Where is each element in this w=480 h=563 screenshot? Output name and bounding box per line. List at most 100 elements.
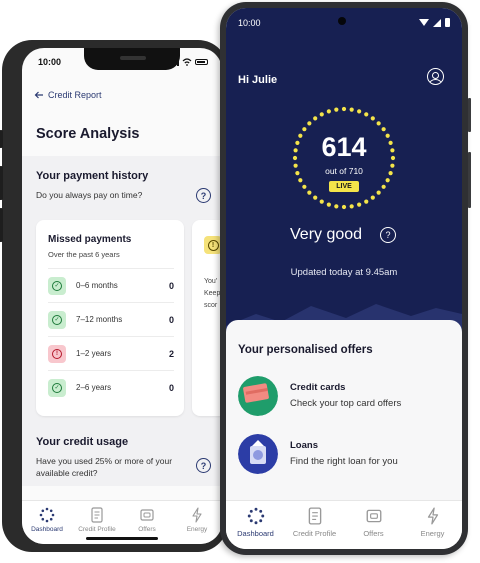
back-to-credit-report[interactable]: Credit Report — [34, 90, 102, 100]
phone-left: 10:00 Credit Report Score Analysis Your … — [0, 40, 228, 552]
missed-count: 0 — [168, 314, 174, 325]
gauge-dot — [326, 109, 331, 114]
missed-payment-row: ! 1–2 years 2 — [48, 336, 174, 370]
gauge-dot — [326, 202, 331, 207]
back-label: Credit Report — [48, 90, 102, 100]
updated-timestamp: Updated today at 9.45am — [290, 267, 398, 278]
tip-text: You' Keep scor — [204, 278, 221, 309]
period-label: 1–2 years — [76, 349, 112, 358]
tab-dashboard[interactable]: Dashboard — [226, 501, 285, 549]
gauge-dot — [334, 204, 339, 209]
gauge-dot — [307, 190, 312, 195]
gauge-dot — [376, 121, 381, 126]
period-label: 7–12 months — [76, 315, 123, 324]
gauge-dot — [341, 204, 347, 210]
missed-payments-title: Missed payments — [48, 234, 132, 245]
gauge-dot — [313, 195, 318, 200]
credit-profile-icon — [91, 507, 103, 523]
battery-icon — [195, 59, 208, 65]
energy-bolt-icon — [192, 507, 202, 523]
gauge-dot — [364, 199, 369, 204]
account-icon[interactable] — [427, 68, 444, 85]
rating-help-icon[interactable]: ? — [380, 227, 396, 243]
battery-icon — [445, 18, 450, 27]
offers-wallet-icon — [140, 509, 154, 521]
phone-right: 10:00 Hi Julie 614 out of 710 LIVE Very … — [220, 2, 471, 555]
gauge-dot — [370, 116, 375, 121]
page-title: Score Analysis — [36, 126, 140, 142]
tab-offers[interactable]: Offers — [344, 501, 403, 549]
missed-payment-row: ✓ 7–12 months 0 — [48, 302, 174, 336]
credit-profile-icon — [308, 507, 321, 525]
gauge-dot — [349, 107, 354, 112]
gauge-dot — [357, 109, 362, 114]
gauge-dot — [349, 204, 354, 209]
bottom-nav: Dashboard Credit Profile Offers Energy — [226, 500, 462, 549]
credit-card-icon — [238, 376, 278, 416]
offer-subtitle: Check your top card offers — [290, 398, 402, 409]
mute-switch — [0, 130, 3, 148]
payment-history-title: Your payment history — [36, 170, 149, 182]
check-icon: ✓ — [48, 276, 66, 295]
check-icon: ✓ — [48, 378, 66, 397]
period-label: 2–6 years — [76, 383, 112, 392]
gauge-dot — [302, 127, 307, 132]
volume-down-button — [0, 208, 3, 242]
score-out-of: out of 710 — [325, 166, 363, 176]
offers-wallet-icon — [366, 509, 381, 523]
gauge-dot — [341, 106, 347, 112]
missed-count: 2 — [168, 348, 174, 359]
gauge-dot — [381, 184, 386, 189]
gauge-dot — [334, 107, 339, 112]
payment-history-help-icon[interactable]: ? — [196, 188, 211, 203]
credit-usage-help-icon[interactable]: ? — [196, 458, 211, 473]
offer-loans[interactable]: Loans Find the right loan for you — [238, 434, 462, 480]
wifi-icon — [182, 58, 192, 66]
missed-payments-card[interactable]: Missed payments Over the past 6 years ✓ … — [36, 220, 184, 416]
missed-count: 0 — [168, 280, 174, 291]
missed-payments-subtitle: Over the past 6 years — [48, 250, 120, 259]
check-icon: ✓ — [48, 310, 66, 329]
notch — [84, 48, 180, 70]
offers-title: Your personalised offers — [238, 344, 373, 356]
status-icons — [168, 58, 208, 66]
gauge-dot — [319, 199, 324, 204]
gauge-dot — [302, 184, 307, 189]
period-label: 0–6 months — [76, 281, 118, 290]
tab-energy[interactable]: Energy — [172, 501, 222, 544]
power-button — [468, 98, 471, 132]
dashboard-dots-icon — [39, 507, 55, 523]
gauge-dot — [298, 178, 303, 183]
offer-title: Loans — [290, 440, 318, 451]
back-arrow-icon — [34, 91, 43, 99]
credit-usage-subtitle: Have you used 25% or more of your availa… — [36, 456, 173, 478]
energy-bolt-icon — [427, 507, 438, 525]
signal-icon — [433, 18, 441, 27]
gauge-dot — [319, 112, 324, 117]
status-time: 10:00 — [238, 18, 261, 28]
home-indicator — [86, 537, 158, 540]
volume-button — [468, 152, 471, 208]
gauge-dot — [370, 195, 375, 200]
missed-count: 0 — [168, 382, 174, 393]
front-camera — [338, 17, 346, 25]
live-badge: LIVE — [329, 181, 359, 192]
offer-credit-cards[interactable]: Credit cards Check your top card offers — [238, 376, 462, 422]
missed-payment-row: ✓ 0–6 months 0 — [48, 268, 174, 302]
payment-history-subtitle: Do you always pay on time? — [36, 190, 143, 200]
tab-energy[interactable]: Energy — [403, 501, 462, 549]
volume-up-button — [0, 166, 3, 200]
screen-dashboard: 10:00 Hi Julie 614 out of 710 LIVE Very … — [226, 8, 462, 549]
screen-score-analysis: 10:00 Credit Report Score Analysis Your … — [22, 48, 222, 544]
gauge-dot — [307, 121, 312, 126]
gauge-dot — [376, 190, 381, 195]
greeting: Hi Julie — [238, 74, 278, 86]
gauge-dot — [385, 178, 390, 183]
alert-icon: ! — [48, 344, 66, 363]
missed-payment-row: ✓ 2–6 years 0 — [48, 370, 174, 404]
tip-card-partial[interactable]: ! You' Keep scor — [192, 220, 222, 416]
loans-icon — [238, 434, 278, 474]
score-rating: Very good — [290, 226, 363, 243]
tab-credit-profile[interactable]: Credit Profile — [285, 501, 344, 549]
tab-dashboard[interactable]: Dashboard — [22, 501, 72, 544]
